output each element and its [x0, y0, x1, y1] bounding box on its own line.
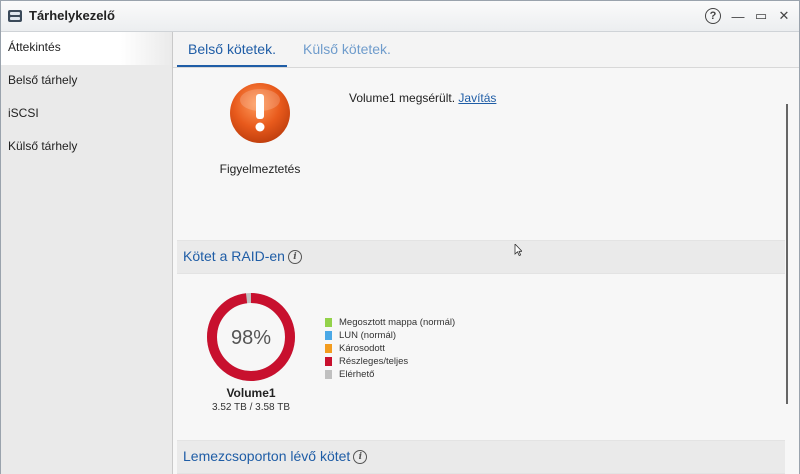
close-icon: ✕ [778, 8, 790, 23]
tab-external-volumes[interactable]: Külső kötetek. [299, 32, 395, 66]
disk-group-volume-section-header: Lemezcsoporton lévő kötet i [177, 440, 785, 474]
volume-size: 3.52 TB / 3.58 TB [211, 402, 290, 413]
minimize-button[interactable]: — [728, 6, 748, 26]
legend-item: Elérhető [325, 368, 455, 381]
window-title: Tárhelykezelő [29, 8, 115, 23]
status-label: Figyelmeztetés [219, 162, 301, 176]
sidebar-item-external-storage[interactable]: Külső tárhely [1, 131, 172, 164]
legend-swatch [325, 344, 332, 353]
sidebar: Áttekintés Belső tárhely iSCSI Külső tár… [1, 32, 173, 474]
sidebar-item-iscsi[interactable]: iSCSI [1, 98, 172, 131]
minimize-icon: — [731, 8, 745, 24]
storage-manager-window: Tárhelykezelő ? — ▭ ✕ Áttekintés Belső t… [0, 0, 800, 474]
usage-legend: Megosztott mappa (normál) LUN (normál) K… [325, 316, 455, 381]
help-icon: ? [705, 8, 721, 24]
maximize-button[interactable]: ▭ [751, 6, 771, 26]
storage-manager-app-icon [8, 10, 22, 22]
legend-swatch [325, 357, 332, 366]
warning-icon [230, 83, 290, 143]
legend-item: Károsodott [325, 342, 455, 355]
overview-panel: Figyelmeztetés Volume1 megsérült. Javítá… [173, 68, 785, 474]
repair-link[interactable]: Javítás [458, 91, 496, 105]
legend-swatch [325, 318, 332, 327]
close-button[interactable]: ✕ [774, 6, 794, 26]
scrollbar-thumb[interactable] [786, 104, 788, 404]
mouse-cursor-icon [514, 244, 522, 256]
status-block: Figyelmeztetés [213, 82, 307, 176]
legend-item: LUN (normál) [325, 329, 455, 342]
info-icon[interactable]: i [353, 450, 368, 465]
tab-bar: Belső kötetek. Külső kötetek. [173, 32, 799, 68]
titlebar: Tárhelykezelő ? — ▭ ✕ [1, 1, 799, 32]
disk-group-section-title: Lemezcsoporton lévő kötet i [183, 448, 368, 465]
help-button[interactable]: ? [703, 6, 723, 26]
volume-usage-widget: 98% Volume1 3.52 TB / 3.58 TB [201, 290, 301, 413]
volume-usage-donut[interactable]: 98% [204, 290, 298, 384]
status-message: Volume1 megsérült. Javítás [349, 91, 496, 105]
raid-volume-section-header: Kötet a RAID-en i [177, 240, 785, 274]
info-icon[interactable]: i [287, 250, 302, 265]
volume-name: Volume1 [226, 386, 276, 400]
status-message-text: Volume1 megsérült. [349, 91, 459, 105]
maximize-icon: ▭ [754, 8, 768, 23]
legend-swatch [325, 370, 332, 379]
legend-swatch [325, 331, 332, 340]
vertical-scrollbar[interactable] [785, 68, 799, 474]
tab-internal-volumes[interactable]: Belső kötetek. [177, 32, 287, 67]
sidebar-item-internal-storage[interactable]: Belső tárhely [1, 65, 172, 98]
main-content: Belső kötetek. Külső kötetek. Figyelmezt… [173, 32, 799, 474]
sidebar-item-overview[interactable]: Áttekintés [1, 32, 172, 65]
raid-section-title: Kötet a RAID-en i [183, 248, 302, 265]
legend-item: Megosztott mappa (normál) [325, 316, 455, 329]
usage-percent: 98% [231, 327, 271, 349]
legend-item: Részleges/teljes [325, 355, 455, 368]
